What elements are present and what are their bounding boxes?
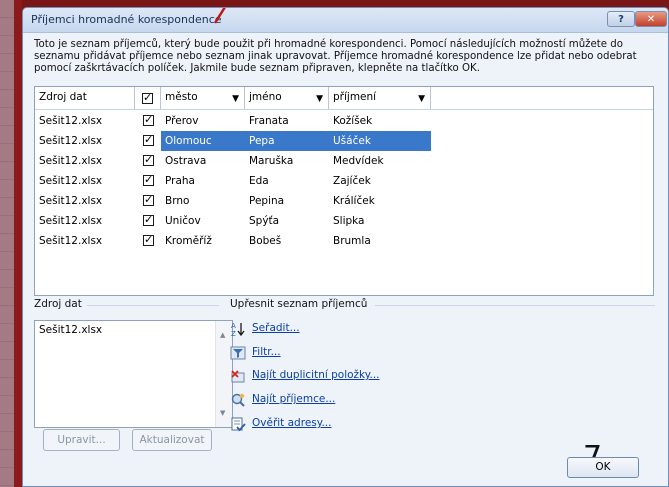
cell-source: Sešit12.xlsx bbox=[39, 175, 103, 187]
scroll-down-icon[interactable]: ▼ bbox=[220, 409, 225, 417]
cell-jmeno: Franata bbox=[249, 115, 289, 127]
cell-jmeno: Pepina bbox=[249, 195, 285, 207]
row-checkbox-cell[interactable] bbox=[135, 171, 161, 191]
list-item[interactable]: Sešit12.xlsx bbox=[39, 324, 102, 336]
header-zdroj-dat-label: Zdroj dat bbox=[39, 91, 87, 103]
chevron-down-icon[interactable]: ▼ bbox=[418, 94, 425, 104]
cell-prijmeni: Zajíček bbox=[333, 175, 371, 187]
row-checkbox-cell[interactable] bbox=[135, 191, 161, 211]
cell-source: Sešit12.xlsx bbox=[39, 135, 103, 147]
header-mesto-label: město bbox=[165, 91, 198, 103]
find-recipient-link-label[interactable]: Najít příjemce... bbox=[252, 393, 335, 405]
row-checkbox-cell[interactable] bbox=[135, 111, 161, 131]
cell-mesto: Brno bbox=[165, 195, 190, 207]
table-row-selected[interactable]: Sešit12.xlsx Olomouc Pepa Ušáček bbox=[35, 131, 653, 151]
cell-mesto: Uničov bbox=[165, 215, 201, 227]
filter-icon bbox=[230, 346, 246, 360]
table-row[interactable]: Sešit12.xlsx Ostrava Maruška Medvídek bbox=[35, 151, 653, 171]
cell-mesto: Praha bbox=[165, 175, 195, 187]
cell-jmeno: Spýťa bbox=[249, 215, 280, 227]
dialog-titlebar: Příjemci hromadné korespondence ? ✕ bbox=[23, 8, 668, 33]
row-checkbox[interactable] bbox=[143, 113, 154, 126]
select-all-checkbox[interactable] bbox=[142, 91, 153, 104]
validate-addresses-link-label[interactable]: Ověřit adresy... bbox=[252, 417, 331, 429]
cell-mesto: Kroměříž bbox=[165, 235, 212, 247]
header-zdroj-dat[interactable]: Zdroj dat bbox=[35, 87, 135, 109]
dialog-title: Příjemci hromadné korespondence bbox=[31, 13, 222, 26]
filter-link-label[interactable]: Filtr... bbox=[252, 346, 281, 358]
refine-section-title: Upřesnit seznam příjemců bbox=[230, 298, 368, 310]
cell-jmeno: Eda bbox=[249, 175, 269, 187]
validate-addresses-icon bbox=[231, 417, 246, 432]
divider bbox=[375, 305, 655, 306]
header-prijmeni[interactable]: příjmení ▼ bbox=[329, 87, 431, 109]
cell-source: Sešit12.xlsx bbox=[39, 115, 103, 127]
sort-az-icon: A Z bbox=[231, 322, 245, 337]
header-mesto[interactable]: město ▼ bbox=[161, 87, 245, 109]
source-section-title: Zdroj dat bbox=[34, 298, 82, 310]
row-checkbox[interactable] bbox=[143, 233, 154, 246]
scroll-up-icon[interactable]: ▲ bbox=[220, 331, 225, 339]
chevron-down-icon[interactable]: ▼ bbox=[316, 94, 323, 104]
sort-link-label[interactable]: Seřadit... bbox=[252, 322, 300, 334]
background-window bbox=[0, 0, 22, 487]
cell-prijmeni: Ušáček bbox=[329, 131, 431, 151]
refresh-button[interactable]: Aktualizovat bbox=[132, 429, 212, 451]
cell-source: Sešit12.xlsx bbox=[39, 195, 103, 207]
header-prijmeni-label: příjmení bbox=[333, 91, 377, 103]
header-jmeno[interactable]: jméno ▼ bbox=[245, 87, 329, 109]
find-recipient-icon bbox=[231, 393, 245, 407]
svg-text:Z: Z bbox=[231, 330, 236, 337]
cell-prijmeni: Králíček bbox=[333, 195, 375, 207]
find-duplicates-icon bbox=[231, 370, 245, 383]
cell-source: Sešit12.xlsx bbox=[39, 155, 103, 167]
row-checkbox-cell[interactable] bbox=[135, 231, 161, 251]
row-checkbox[interactable] bbox=[143, 153, 154, 166]
cell-jmeno: Pepa bbox=[245, 131, 329, 151]
cell-mesto: Olomouc bbox=[161, 131, 245, 151]
background-spreadsheet-strip bbox=[0, 0, 14, 487]
grid-header: Zdroj dat město ▼ jméno ▼ příjmení ▼ bbox=[35, 87, 653, 110]
cell-mesto: Ostrava bbox=[165, 155, 207, 167]
close-button[interactable]: ✕ bbox=[635, 11, 667, 27]
table-row[interactable]: Sešit12.xlsx Praha Eda Zajíček bbox=[35, 171, 653, 191]
cell-source: Sešit12.xlsx bbox=[39, 235, 103, 247]
mail-merge-recipients-dialog: Příjemci hromadné korespondence ? ✕ Toto… bbox=[22, 7, 669, 487]
row-checkbox-cell[interactable] bbox=[135, 131, 161, 151]
edit-button[interactable]: Upravit... bbox=[43, 429, 120, 451]
cell-jmeno: Bobeš bbox=[249, 235, 282, 247]
ok-button[interactable]: OK bbox=[567, 457, 639, 478]
row-checkbox-cell[interactable] bbox=[135, 151, 161, 171]
chevron-down-icon[interactable]: ▼ bbox=[232, 94, 239, 104]
table-row[interactable]: Sešit12.xlsx Uničov Spýťa Slipka bbox=[35, 211, 653, 231]
table-row[interactable]: Sešit12.xlsx Kroměříž Bobeš Brumla bbox=[35, 231, 653, 251]
recipients-grid[interactable]: Zdroj dat město ▼ jméno ▼ příjmení ▼ Seš… bbox=[34, 86, 654, 296]
help-button[interactable]: ? bbox=[607, 11, 635, 27]
cell-prijmeni: Slipka bbox=[333, 215, 365, 227]
find-duplicates-link-label[interactable]: Najít duplicitní položky... bbox=[252, 369, 380, 381]
row-checkbox[interactable] bbox=[143, 133, 154, 146]
row-checkbox-cell[interactable] bbox=[135, 211, 161, 231]
data-source-list[interactable]: Sešit12.xlsx ▲ ▼ bbox=[34, 320, 233, 428]
cell-prijmeni: Medvídek bbox=[333, 155, 384, 167]
row-checkbox[interactable] bbox=[143, 213, 154, 226]
header-jmeno-label: jméno bbox=[249, 91, 282, 103]
divider bbox=[87, 305, 219, 306]
header-select-all[interactable] bbox=[135, 87, 161, 109]
table-row[interactable]: Sešit12.xlsx Brno Pepina Králíček bbox=[35, 191, 653, 211]
cell-jmeno: Maruška bbox=[249, 155, 294, 167]
row-checkbox[interactable] bbox=[143, 173, 154, 186]
intro-text: Toto je seznam příjemců, který bude použ… bbox=[34, 39, 637, 74]
row-checkbox[interactable] bbox=[143, 193, 154, 206]
cell-mesto: Přerov bbox=[165, 115, 199, 127]
cell-source: Sešit12.xlsx bbox=[39, 215, 103, 227]
cell-prijmeni: Brumla bbox=[333, 235, 371, 247]
svg-text:A: A bbox=[231, 322, 236, 330]
table-row[interactable]: Sešit12.xlsx Přerov Franata Kožíšek bbox=[35, 111, 653, 131]
annotation-pen-stroke-icon bbox=[213, 8, 226, 24]
cell-prijmeni: Kožíšek bbox=[333, 115, 373, 127]
